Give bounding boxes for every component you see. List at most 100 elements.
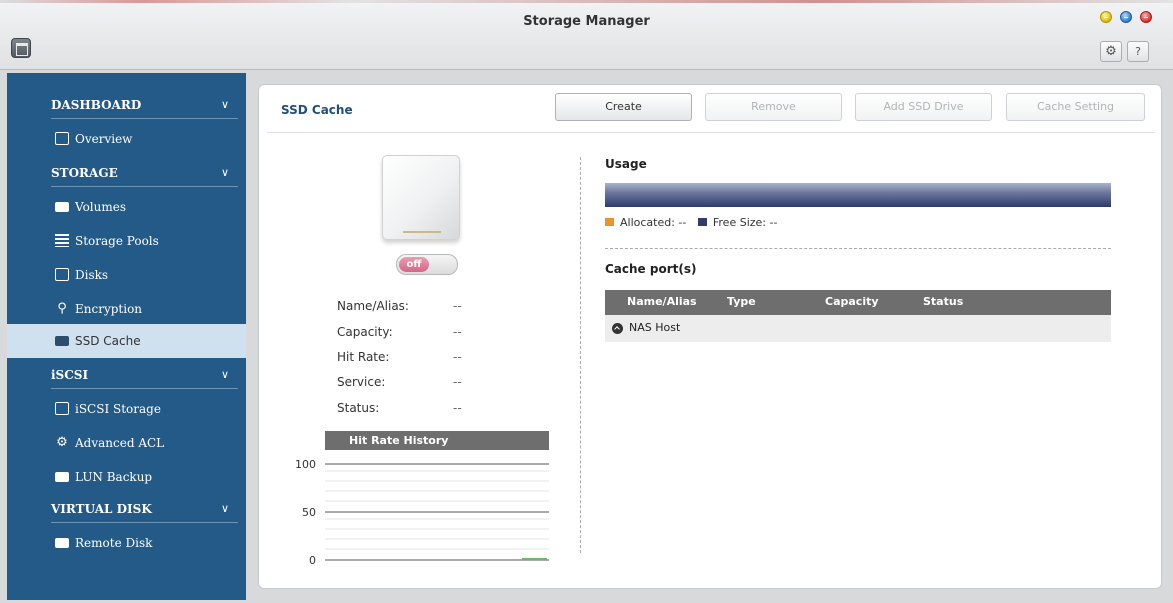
chevron-down-icon: ∨	[221, 368, 230, 381]
disk-icon	[55, 268, 69, 281]
overview-icon	[55, 132, 69, 145]
sidebar-item-label: SSD Cache	[75, 334, 141, 348]
section-storage[interactable]: STORAGE ∨	[7, 156, 246, 190]
volume-icon	[55, 202, 69, 212]
sidebar-item-label: Advanced ACL	[75, 436, 165, 450]
sidebar-item-remote-disk[interactable]: Remote Disk	[7, 526, 246, 560]
section-label: DASHBOARD	[51, 98, 142, 112]
usage-legend: Allocated: -- Free Size: --	[605, 216, 777, 229]
sidebar-item-storage-pools[interactable]: Storage Pools	[7, 224, 246, 258]
status-value: --	[453, 401, 462, 415]
cache-toggle[interactable]: off	[396, 254, 458, 275]
chart-minor-gridlines	[325, 470, 549, 550]
hit-rate-history-chart: 100 50 0	[295, 458, 549, 565]
page-title: SSD Cache	[281, 103, 353, 117]
section-iscsi[interactable]: iSCSI ∨	[7, 358, 246, 392]
name-alias-value: --	[453, 299, 462, 313]
chevron-down-icon: ∨	[221, 166, 230, 179]
gear-icon: ⚙	[1105, 44, 1117, 59]
column-header-status: Status	[923, 295, 964, 308]
chart-tick-50: 50	[302, 506, 316, 519]
storage-pool-icon	[55, 234, 69, 247]
sidebar-item-ssd-cache[interactable]: SSD Cache	[7, 324, 246, 358]
title-accent-strip	[0, 0, 1173, 3]
sidebar-item-label: Disks	[75, 268, 109, 282]
sidebar-item-disks[interactable]: Disks	[7, 258, 246, 292]
sidebar: DASHBOARD ∨ Overview STORAGE ∨ Volumes S…	[7, 73, 246, 600]
column-header-name: Name/Alias	[627, 295, 697, 308]
usage-title: Usage	[605, 157, 647, 171]
sidebar-item-iscsi-storage[interactable]: iSCSI Storage	[7, 392, 246, 426]
sidebar-item-overview[interactable]: Overview	[7, 122, 246, 156]
status-label: Status:	[337, 401, 380, 415]
section-divider	[51, 118, 238, 119]
capacity-value: --	[453, 325, 462, 339]
section-divider	[51, 388, 238, 389]
remote-disk-icon	[55, 538, 69, 548]
help-icon: ?	[1135, 45, 1141, 58]
free-size-text: Free Size: --	[712, 216, 778, 229]
collapse-arrow-icon[interactable]	[612, 323, 623, 334]
column-header-capacity: Capacity	[825, 295, 879, 308]
app-menu-icon[interactable]	[11, 38, 31, 58]
gear-icon: ⚙	[56, 435, 68, 450]
hit-rate-value: --	[453, 350, 462, 364]
cache-setting-button[interactable]: Cache Setting	[1006, 93, 1145, 121]
table-row[interactable]: NAS Host	[605, 315, 1111, 342]
hit-rate-history-header: Hit Rate History	[325, 431, 549, 450]
usage-bar	[605, 183, 1111, 207]
sidebar-item-label: Volumes	[75, 200, 126, 214]
service-value: --	[453, 375, 462, 389]
chart-tick-100: 100	[295, 458, 316, 471]
sidebar-item-encryption[interactable]: ⚲ Encryption	[7, 292, 246, 326]
help-button[interactable]: ?	[1127, 41, 1149, 62]
sidebar-item-label: iSCSI Storage	[75, 402, 161, 416]
title-bar: Storage Manager ⚙ ?	[0, 0, 1173, 70]
chevron-down-icon: ∨	[221, 502, 230, 515]
header-divider	[267, 132, 1155, 133]
free-size-swatch	[697, 218, 707, 226]
column-divider	[580, 157, 581, 553]
settings-gear-button[interactable]: ⚙	[1100, 41, 1122, 62]
sidebar-item-label: LUN Backup	[75, 470, 153, 484]
backup-icon	[55, 472, 69, 482]
section-virtual-disk[interactable]: VIRTUAL DISK ∨	[7, 492, 246, 526]
column-header-type: Type	[727, 295, 756, 308]
add-ssd-drive-button[interactable]: Add SSD Drive	[855, 93, 992, 121]
chart-tick-0: 0	[309, 554, 316, 565]
hit-rate-label: Hit Rate:	[337, 350, 390, 364]
section-label: VIRTUAL DISK	[51, 502, 152, 516]
nas-host-label: NAS Host	[629, 321, 681, 334]
ssd-icon	[55, 336, 69, 346]
remove-button[interactable]: Remove	[705, 93, 842, 121]
section-divider	[51, 522, 238, 523]
allocated-text: Allocated: --	[620, 216, 687, 229]
section-divider	[51, 186, 238, 187]
cache-ports-header: Name/Alias Type Capacity Status	[605, 290, 1111, 315]
section-label: STORAGE	[51, 166, 118, 180]
ssd-cache-panel: SSD Cache Create Remove Add SSD Drive Ca…	[258, 84, 1162, 589]
close-button[interactable]	[1140, 11, 1152, 23]
sidebar-item-advanced-acl[interactable]: ⚙ Advanced ACL	[7, 426, 246, 460]
sidebar-item-label: Overview	[75, 132, 133, 146]
section-divider	[605, 248, 1111, 249]
ssd-drive-icon	[382, 155, 460, 240]
service-label: Service:	[337, 375, 386, 389]
sidebar-item-label: Storage Pools	[75, 234, 159, 248]
iscsi-storage-icon	[55, 402, 69, 415]
create-button[interactable]: Create	[555, 93, 692, 121]
toggle-knob: off	[399, 257, 429, 272]
cache-ports-title: Cache port(s)	[605, 262, 697, 276]
chevron-down-icon: ∨	[221, 98, 230, 111]
sidebar-item-label: Encryption	[75, 302, 143, 316]
capacity-label: Capacity:	[337, 325, 393, 339]
name-alias-label: Name/Alias:	[337, 299, 409, 313]
sidebar-item-label: Remote Disk	[75, 536, 153, 550]
minimize-button[interactable]	[1100, 11, 1112, 23]
key-icon: ⚲	[57, 301, 67, 316]
section-label: iSCSI	[51, 368, 89, 382]
sidebar-item-lun-backup[interactable]: LUN Backup	[7, 460, 246, 494]
sidebar-item-volumes[interactable]: Volumes	[7, 190, 246, 224]
maximize-button[interactable]	[1120, 11, 1132, 23]
section-dashboard[interactable]: DASHBOARD ∨	[7, 88, 246, 122]
